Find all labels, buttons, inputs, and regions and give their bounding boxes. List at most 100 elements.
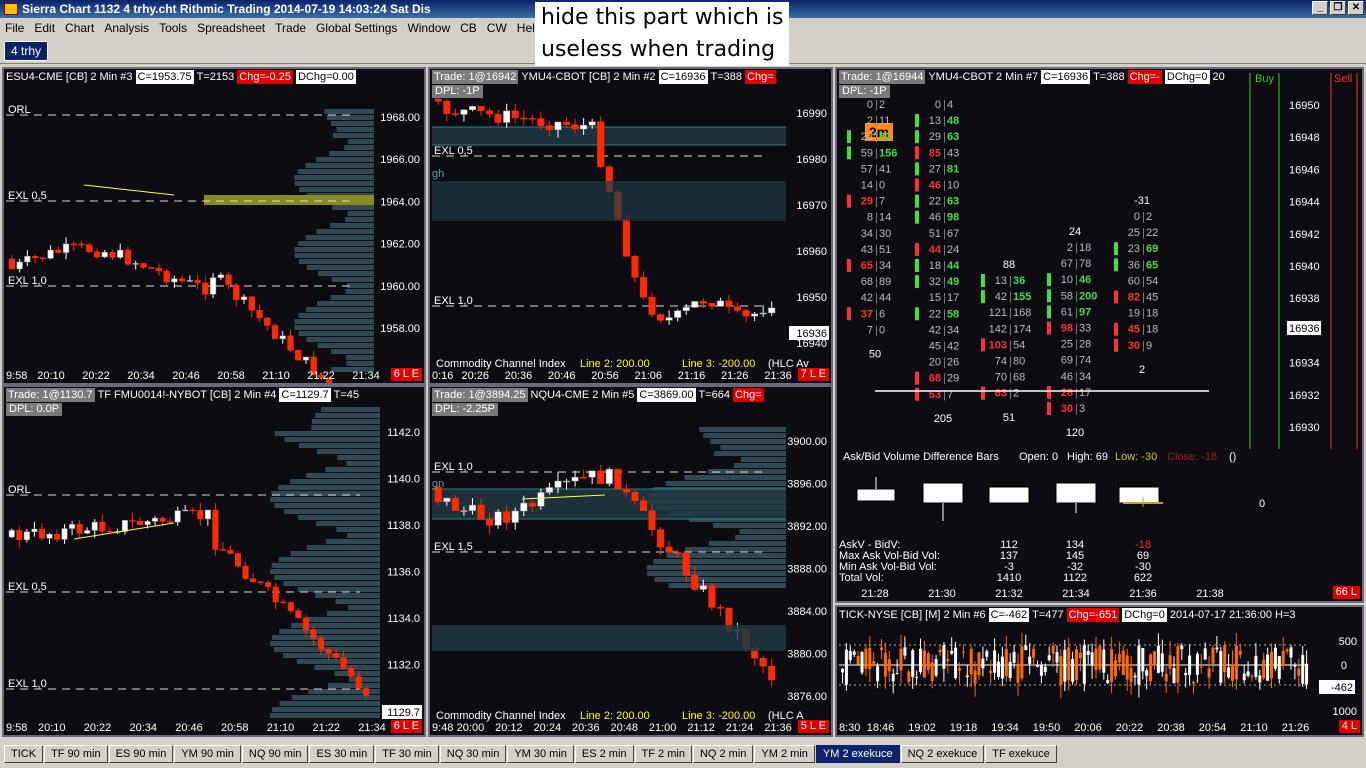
- candle-body: [363, 688, 370, 696]
- candle-body: [8, 258, 15, 270]
- bottom-tab-tf-90-min[interactable]: TF 90 min: [44, 745, 108, 763]
- tick-bar-body: [856, 656, 860, 665]
- candle-body: [136, 520, 143, 525]
- menu-spreadsheet[interactable]: Spreadsheet: [192, 21, 270, 35]
- candle-body: [451, 497, 459, 511]
- ask-volume: 0: [879, 180, 885, 192]
- y-axis-tick: 3892.00: [787, 521, 827, 533]
- tick-bar-body: [1071, 658, 1075, 682]
- menu-global-settings[interactable]: Global Settings: [311, 21, 402, 35]
- ym-chart[interactable]: EXL 0,5 EXL 1,0 16990 16980 16970 16960 16950 1…: [428, 67, 833, 385]
- tf-chart[interactable]: ORL EXL 0,5 EXL 1,0 1142.0 1140.0 1138.0 1136.…: [2, 385, 426, 737]
- ask-volume: 17: [1079, 387, 1091, 399]
- bottom-tab-es-30-min[interactable]: ES 30 min: [309, 745, 375, 763]
- volume-profile-bar: [710, 439, 786, 444]
- menu-tools[interactable]: Tools: [154, 21, 192, 35]
- candle-body: [31, 256, 39, 259]
- tick-bar-body: [844, 649, 848, 685]
- candle-body: [91, 521, 98, 531]
- footprint-separator: |: [875, 228, 878, 240]
- volume-profile-bar: [294, 319, 374, 324]
- tick-count: T=664: [698, 389, 731, 401]
- x-axis-tick: 19:34: [991, 722, 1019, 734]
- es-chart[interactable]: ORL EXL 0,5 EXL 1,0 1968.00 1966.00 1964.00 19…: [2, 67, 426, 385]
- footprint-separator: |: [943, 163, 946, 175]
- volume-profile-bar: [332, 205, 374, 210]
- candle-body: [674, 552, 682, 554]
- bottom-tab-es-2-min[interactable]: ES 2 min: [574, 745, 634, 763]
- volume-profile-bar: [334, 671, 380, 676]
- dpl-label: DPL: -1P: [839, 85, 890, 98]
- nq-chart[interactable]: EXL 1,0 EXL 1,5 3900.00 3896.00 3892.00 3888.…: [428, 385, 833, 737]
- chartbook-tab[interactable]: 4 trhy: [4, 41, 49, 61]
- x-axis-tick: 21:10: [1240, 722, 1268, 734]
- y-axis-tick: 3876.00: [787, 691, 827, 703]
- volume-profile-bar: [668, 583, 786, 588]
- candle-body: [235, 553, 242, 567]
- tick-bar-body: [1133, 675, 1137, 678]
- volume-marker: [915, 387, 919, 401]
- candle-body: [528, 502, 536, 507]
- tick-bar-body: [903, 647, 907, 656]
- column-delta-top: 24: [1069, 226, 1081, 238]
- ask-volume: 54: [1013, 339, 1025, 351]
- tick-bar-body: [919, 648, 922, 673]
- bottom-tab-tf-exekuce[interactable]: TF exekuce: [985, 745, 1057, 763]
- bottom-tab-nq-30-min[interactable]: NQ 30 min: [439, 745, 507, 763]
- menu-trade[interactable]: Trade: [270, 21, 311, 35]
- candle-body: [605, 468, 613, 484]
- y-axis-tick: 1000: [1333, 706, 1357, 718]
- footprint-separator: |: [943, 292, 946, 304]
- bottom-tab-nq-90-min[interactable]: NQ 90 min: [241, 745, 309, 763]
- tick-count: T=477: [1032, 609, 1064, 621]
- volume-marker: [915, 162, 919, 176]
- footprint-separator: |: [1075, 290, 1078, 302]
- menu-edit[interactable]: Edit: [29, 21, 60, 35]
- volume-profile-bar: [346, 461, 380, 466]
- volume-marker: [915, 146, 919, 160]
- bid-volume: 68: [929, 373, 941, 385]
- menu-analysis[interactable]: Analysis: [99, 21, 154, 35]
- minimize-button[interactable]: _: [1312, 1, 1328, 15]
- footprint-separator: |: [943, 196, 946, 208]
- bottom-tab-nq-2-min[interactable]: NQ 2 min: [692, 745, 754, 763]
- chartbook-bottom-tabs: TICK TF 90 min ES 90 min YM 90 min NQ 90 min…: [0, 742, 1366, 768]
- ym-footprint-chart[interactable]: Buy Sell 2m 16950 16948 16946 16944 16942 16940 1…: [835, 67, 1364, 603]
- bottom-tab-nq-2-exekuce[interactable]: NQ 2 exekuce: [900, 745, 985, 763]
- candle-body: [657, 314, 665, 321]
- footprint-separator: |: [1075, 371, 1078, 383]
- tick-chart[interactable]: 500 0 -462 1000 8:30 18:46 19:02 19:18 19:34 19:5…: [835, 605, 1364, 737]
- volume-marker: [847, 226, 851, 240]
- bottom-tab-ym-30-min[interactable]: YM 30 min: [507, 745, 574, 763]
- x-axis-tick: 9:48: [432, 722, 453, 734]
- volume-profile-bar: [290, 551, 380, 556]
- tick-bar-body: [1149, 654, 1153, 682]
- close-button[interactable]: ✕: [1348, 1, 1364, 15]
- tick-bar-body: [1203, 648, 1207, 660]
- bottom-tab-tf-30-min[interactable]: TF 30 min: [375, 745, 439, 763]
- footprint-separator: |: [943, 131, 946, 143]
- menu-chart[interactable]: Chart: [60, 21, 99, 35]
- trend-line: [83, 184, 175, 196]
- bottom-tab-tf-2-min[interactable]: TF 2 min: [634, 745, 692, 763]
- bottom-tab-ym-2-exekuce[interactable]: YM 2 exekuce: [815, 745, 900, 763]
- change-value: Chg=-651: [1066, 608, 1120, 622]
- bottom-tab-ym-2-min[interactable]: YM 2 min: [754, 745, 815, 763]
- chart-status-badge: 6 L E: [390, 720, 422, 733]
- tick-chart-header: TICK-NYSE [CB] [M] 2 Min #6 C=-462 T=477…: [839, 608, 1296, 622]
- volume-profile-bar: [294, 175, 374, 180]
- menu-cb[interactable]: CB: [455, 21, 482, 35]
- column-delta-bottom: 120: [1066, 427, 1084, 439]
- bottom-tab-es-90-min[interactable]: ES 90 min: [108, 745, 174, 763]
- close-value: C=16936: [1041, 70, 1091, 84]
- footprint-separator: |: [1009, 291, 1012, 303]
- restore-button[interactable]: ❐: [1330, 1, 1346, 15]
- candle-body: [580, 124, 588, 130]
- bottom-tab-ym-90-min[interactable]: YM 90 min: [174, 745, 241, 763]
- menu-window[interactable]: Window: [402, 21, 455, 35]
- volume-profile-bar: [317, 301, 374, 306]
- menu-cw[interactable]: CW: [482, 21, 512, 35]
- menu-file[interactable]: File: [0, 21, 29, 35]
- diff-bar: [1118, 486, 1160, 504]
- bottom-tab-tick[interactable]: TICK: [4, 745, 44, 763]
